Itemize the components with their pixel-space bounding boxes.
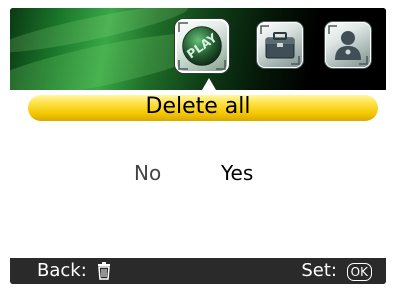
ok-button-icon: OK	[346, 263, 372, 281]
back-hint[interactable]: Back:	[37, 258, 111, 284]
person-icon	[328, 25, 368, 65]
menu-header: PLAY	[10, 8, 386, 90]
camera-screen: PLAY Delete all No Yes Back: Set: OK	[10, 8, 386, 284]
option-yes[interactable]: Yes	[221, 161, 253, 185]
back-label: Back:	[37, 260, 87, 281]
dialog-title: Delete all	[145, 94, 251, 119]
tab-person[interactable]	[325, 22, 371, 68]
option-no[interactable]: No	[134, 161, 161, 185]
softkey-bar: Back: Set: OK	[10, 258, 386, 284]
set-label: Set:	[301, 260, 337, 281]
trash-icon	[97, 262, 111, 284]
set-hint[interactable]: Set: OK	[301, 258, 372, 284]
dialog-content: Delete all No Yes	[10, 90, 386, 258]
toolbox-icon	[260, 25, 300, 65]
play-icon: PLAY	[178, 22, 226, 70]
selected-tab-pointer	[202, 78, 216, 90]
tab-tools[interactable]	[257, 22, 303, 68]
tab-play[interactable]: PLAY	[175, 19, 229, 73]
